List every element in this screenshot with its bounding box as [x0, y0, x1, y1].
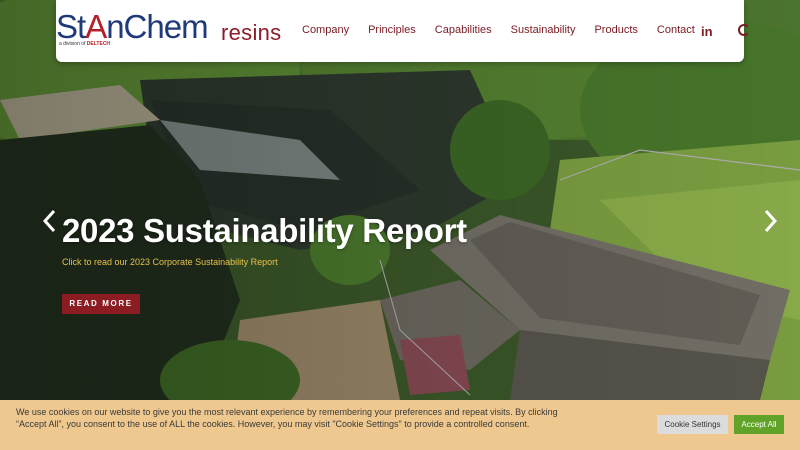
chevron-right-icon[interactable]	[758, 208, 782, 234]
nav-products[interactable]: Products	[594, 24, 637, 36]
cookie-settings-button[interactable]: Cookie Settings	[657, 415, 728, 434]
nav-capabilities[interactable]: Capabilities	[435, 24, 492, 36]
linkedin-icon[interactable]: in	[701, 24, 713, 39]
chevron-left-icon[interactable]	[38, 208, 62, 234]
logo-wordmark: StAnChem	[56, 8, 209, 45]
nav-company[interactable]: Company	[302, 24, 349, 36]
site-header: StAnChem resins a division of DELTECH Co…	[56, 0, 750, 62]
stanchem-logo[interactable]: StAnChem resins a division of DELTECH	[56, 10, 286, 54]
nav-principles[interactable]: Principles	[368, 24, 416, 36]
logo-suffix: resins	[221, 20, 282, 45]
search-icon[interactable]	[738, 24, 750, 36]
logo-tagline: a division of DELTECH	[59, 41, 111, 47]
nav-sustainability[interactable]: Sustainability	[511, 24, 576, 36]
accept-all-button[interactable]: Accept All	[734, 415, 784, 434]
nav-contact[interactable]: Contact	[657, 24, 695, 36]
slide-title: 2023 Sustainability Report	[62, 212, 467, 249]
cookie-message: We use cookies on our website to give yo…	[16, 407, 558, 429]
read-more-button[interactable]: READ MORE	[62, 294, 140, 314]
slide-subtitle[interactable]: Click to read our 2023 Corporate Sustain…	[62, 257, 278, 267]
main-nav: Company Principles Capabilities Sustaina…	[302, 24, 714, 36]
